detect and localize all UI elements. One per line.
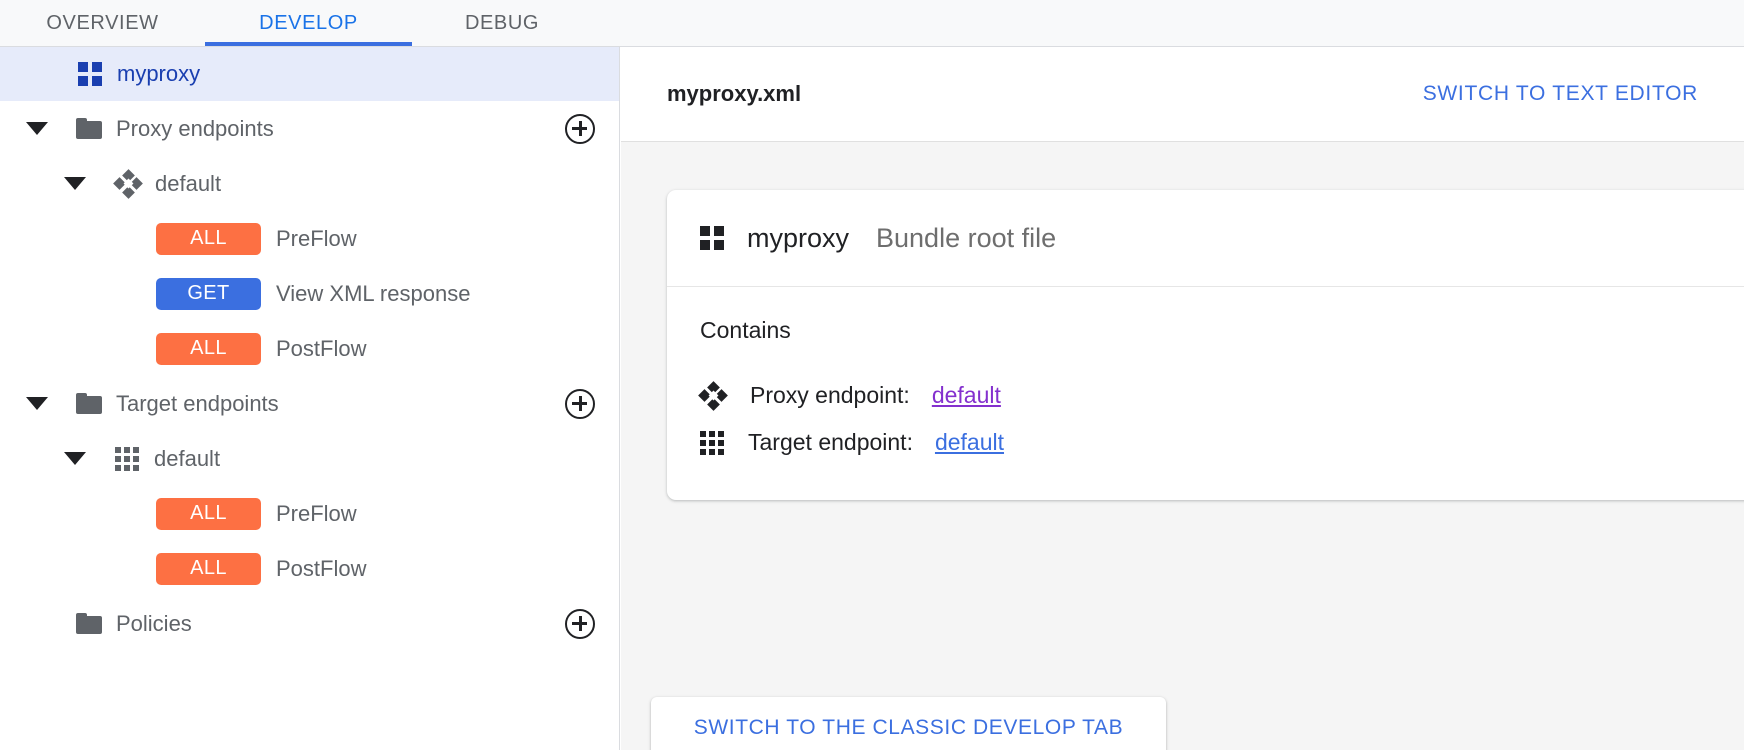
- expand-caret-slot[interactable]: [60, 452, 90, 465]
- flow-label: View XML response: [276, 281, 470, 307]
- chevron-down-icon: [26, 122, 48, 135]
- main-tab-bar: OVERVIEW DEVELOP DEBUG: [0, 0, 1744, 47]
- bundle-root-card-header: myproxy Bundle root file: [667, 190, 1744, 287]
- tree-item-bundle-myproxy[interactable]: myproxy: [0, 47, 619, 101]
- editor-pane-header: myproxy.xml SWITCH TO TEXT EDITOR: [621, 47, 1744, 142]
- flow-label: PreFlow: [276, 226, 357, 252]
- tree-item-flow[interactable]: ALL PostFlow: [0, 541, 619, 596]
- tree-item-flow[interactable]: ALL PreFlow: [0, 211, 619, 266]
- tab-debug[interactable]: DEBUG: [412, 0, 592, 46]
- tree-group-policies[interactable]: Policies: [0, 596, 619, 651]
- expand-caret-slot[interactable]: [22, 122, 52, 135]
- add-proxy-endpoint-button[interactable]: [565, 114, 595, 144]
- proxy-endpoint-default-link[interactable]: default: [932, 382, 1001, 409]
- tree-group-proxy-endpoints[interactable]: Proxy endpoints: [0, 101, 619, 156]
- method-badge: ALL: [156, 553, 261, 585]
- tab-debug-label: DEBUG: [465, 12, 539, 35]
- method-badge: GET: [156, 278, 261, 310]
- bundle-root-card: myproxy Bundle root file Contains Proxy …: [667, 190, 1744, 500]
- contains-row-target-endpoint-label: Target endpoint:: [748, 429, 913, 456]
- chevron-down-icon: [26, 397, 48, 410]
- switch-to-classic-develop-tab-label: SWITCH TO THE CLASSIC DEVELOP TAB: [694, 716, 1123, 740]
- tree-item-target-endpoint-default[interactable]: default: [0, 431, 619, 486]
- tree-group-policies-label: Policies: [116, 611, 192, 637]
- folder-icon: [76, 118, 102, 139]
- grid-3x3-icon: [115, 447, 139, 471]
- bundle-root-card-body: Contains Proxy endpoint: default Target …: [667, 287, 1744, 500]
- tab-overview[interactable]: OVERVIEW: [0, 0, 205, 46]
- editor-pane-body: myproxy Bundle root file Contains Proxy …: [621, 142, 1744, 750]
- grid-2x2-icon: [78, 62, 102, 86]
- expand-caret-slot[interactable]: [60, 177, 90, 190]
- tab-overview-label: OVERVIEW: [46, 12, 158, 35]
- flow-label: PostFlow: [276, 556, 366, 582]
- contains-row-proxy-endpoint-label: Proxy endpoint:: [750, 382, 910, 409]
- tab-develop[interactable]: DEVELOP: [205, 0, 412, 46]
- flow-label: PostFlow: [276, 336, 366, 362]
- editor-pane: myproxy.xml SWITCH TO TEXT EDITOR myprox…: [621, 47, 1744, 750]
- diamond-cluster-icon: [700, 383, 726, 409]
- target-endpoint-default-link[interactable]: default: [935, 429, 1004, 456]
- tree-item-proxy-endpoint-default[interactable]: default: [0, 156, 619, 211]
- contains-row-proxy-endpoint: Proxy endpoint: default: [700, 372, 1744, 419]
- add-policy-button[interactable]: [565, 609, 595, 639]
- bundle-root-card-title: myproxy: [747, 223, 849, 254]
- flow-label: PreFlow: [276, 501, 357, 527]
- chevron-down-icon: [64, 452, 86, 465]
- tree-item-flow[interactable]: GET View XML response: [0, 266, 619, 321]
- tree-item-target-endpoint-label: default: [154, 446, 220, 472]
- tree-item-flow[interactable]: ALL PostFlow: [0, 321, 619, 376]
- tree-item-proxy-endpoint-label: default: [155, 171, 221, 197]
- proxy-navigator-sidebar: myproxy Proxy endpoints default ALL PreF…: [0, 47, 620, 750]
- grid-3x3-icon: [700, 431, 724, 455]
- tree-item-flow[interactable]: ALL PreFlow: [0, 486, 619, 541]
- expand-caret-slot[interactable]: [22, 397, 52, 410]
- method-badge: ALL: [156, 333, 261, 365]
- switch-to-text-editor-link[interactable]: SWITCH TO TEXT EDITOR: [1423, 82, 1698, 106]
- add-target-endpoint-button[interactable]: [565, 389, 595, 419]
- contains-row-target-endpoint: Target endpoint: default: [700, 419, 1744, 466]
- method-badge: ALL: [156, 223, 261, 255]
- folder-icon: [76, 613, 102, 634]
- tab-develop-label: DEVELOP: [259, 12, 358, 35]
- tree-group-proxy-endpoints-label: Proxy endpoints: [116, 116, 274, 142]
- method-badge: ALL: [156, 498, 261, 530]
- tree-item-bundle-label: myproxy: [117, 61, 200, 87]
- bundle-root-card-subtitle: Bundle root file: [876, 223, 1056, 254]
- page-title: myproxy.xml: [667, 81, 801, 107]
- diamond-cluster-icon: [115, 171, 141, 197]
- folder-icon: [76, 393, 102, 414]
- tree-group-target-endpoints[interactable]: Target endpoints: [0, 376, 619, 431]
- chevron-down-icon: [64, 177, 86, 190]
- switch-to-classic-develop-tab-button[interactable]: SWITCH TO THE CLASSIC DEVELOP TAB: [651, 697, 1166, 750]
- grid-2x2-icon: [700, 226, 724, 250]
- contains-heading: Contains: [700, 317, 1744, 344]
- tree-group-target-endpoints-label: Target endpoints: [116, 391, 279, 417]
